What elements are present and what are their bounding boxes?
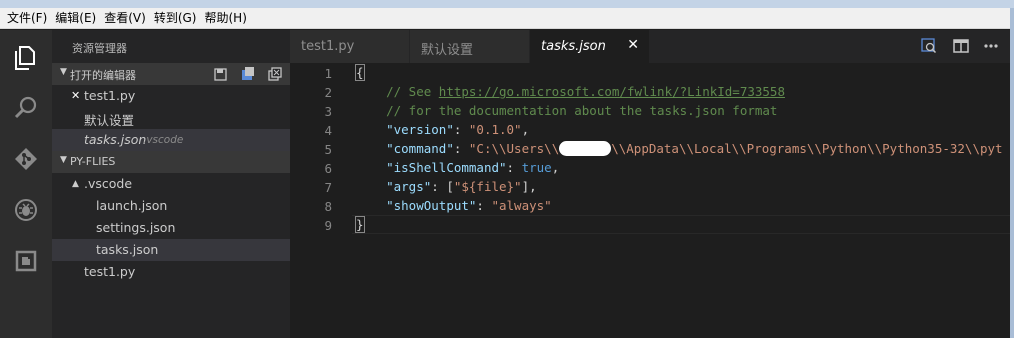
matching-brace: {	[355, 64, 365, 81]
code-line: 2 // See https://go.microsoft.com/fwlink…	[290, 83, 1010, 102]
menu-view[interactable]: 查看(V)	[101, 8, 151, 29]
open-editors-label: 打开的编辑器	[70, 69, 136, 82]
expand-arrow-icon: ▲	[72, 179, 79, 189]
line-number: 1	[324, 66, 332, 81]
open-editor-label: tasks.json	[84, 132, 147, 147]
line-number: 6	[324, 161, 332, 176]
close-tab-icon[interactable]: ✕	[627, 37, 639, 53]
line-number: 3	[324, 104, 332, 119]
file-name: launch.json	[96, 198, 168, 213]
menu-help[interactable]: 帮助(H)	[201, 8, 251, 29]
json-value: true	[521, 160, 552, 175]
line-number: 2	[324, 85, 332, 100]
file-launch-json[interactable]: launch.json	[52, 195, 290, 217]
matching-brace: }	[355, 216, 365, 233]
code-line: 8 "showOutput": "always"	[290, 197, 1010, 216]
tab-label: 默认设置	[421, 43, 474, 58]
editor-tab-bar: test1.py 默认设置 tasks.json ✕	[290, 30, 1010, 63]
tab-tasks-json[interactable]: tasks.json ✕	[530, 30, 650, 63]
line-number: 9	[324, 218, 332, 233]
folder-header[interactable]: ▼ PY-FLIES	[52, 151, 290, 173]
open-editor-item-default-settings[interactable]: 默认设置	[52, 107, 290, 129]
open-preview-icon[interactable]	[921, 38, 937, 54]
json-value: "C:\\Users\\	[468, 141, 560, 156]
line-number: 8	[324, 199, 332, 214]
sidebar-title: 资源管理器	[72, 42, 127, 55]
json-key: "command"	[386, 141, 454, 156]
code-line: 7 "args": ["${file}"],	[290, 178, 1010, 197]
file-tasks-json[interactable]: tasks.json	[52, 239, 290, 261]
close-all-icon[interactable]	[268, 67, 282, 81]
json-key: "showOutput"	[386, 198, 477, 213]
code-line: 4 "version": "0.1.0",	[290, 121, 1010, 140]
code-comment: // See	[386, 84, 439, 99]
save-all-icon[interactable]	[214, 67, 228, 81]
collapse-arrow-icon: ▼	[60, 155, 67, 165]
code-editor[interactable]: 1 { 2 // See https://go.microsoft.com/fw…	[290, 63, 1010, 338]
tab-test1-py[interactable]: test1.py	[290, 30, 410, 63]
tab-label: test1.py	[301, 39, 355, 54]
file-test1-py[interactable]: test1.py	[52, 261, 290, 283]
json-key: "args"	[386, 179, 432, 194]
split-editor-icon[interactable]	[953, 38, 969, 54]
line-number: 5	[324, 142, 332, 157]
open-editor-item-test1[interactable]: ✕ test1.py	[52, 85, 290, 107]
json-value: \\AppData\\Local\\Programs\\Python\\Pyth…	[611, 141, 1003, 156]
debug-icon[interactable]	[12, 196, 40, 224]
line-number: 7	[324, 180, 332, 195]
code-comment: // for the documentation about the tasks…	[386, 103, 778, 118]
open-editor-item-tasks[interactable]: tasks.json .vscode	[52, 129, 290, 151]
folder-vscode[interactable]: ▲ .vscode	[52, 173, 290, 195]
json-value: "${file}"	[453, 179, 522, 194]
explorer-sidebar: 资源管理器 ▼ 打开的编辑器 ✕ test1.py 默认设置 tasks.jso…	[52, 30, 290, 338]
close-icon[interactable]: ✕	[71, 89, 80, 102]
json-value: "always"	[491, 198, 552, 213]
collapse-arrow-icon: ▼	[60, 67, 67, 77]
open-editor-label: test1.py	[84, 88, 136, 103]
file-name: settings.json	[96, 220, 176, 235]
code-line: 6 "isShellCommand": true,	[290, 159, 1010, 178]
json-key: "isShellCommand"	[386, 160, 507, 175]
json-key: "version"	[386, 122, 454, 137]
menu-goto[interactable]: 转到(G)	[151, 8, 202, 29]
git-icon[interactable]	[12, 145, 40, 173]
activity-bar	[0, 30, 52, 338]
json-value: "0.1.0"	[468, 122, 522, 137]
extensions-icon[interactable]	[12, 247, 40, 275]
code-line: 1 {	[290, 64, 1010, 83]
code-line: 5 "command": "C:\\Users\\ \\AppData\\Loca…	[290, 140, 1010, 159]
tab-label: tasks.json	[541, 39, 606, 54]
menu-edit[interactable]: 编辑(E)	[52, 8, 101, 29]
line-number: 4	[324, 123, 332, 138]
open-editor-path-hint: .vscode	[143, 134, 184, 146]
window-frame-edge	[1010, 8, 1014, 338]
open-editor-label: 默认设置	[84, 113, 135, 128]
tab-default-settings[interactable]: 默认设置	[410, 30, 530, 63]
save-icon[interactable]	[241, 67, 255, 81]
menu-file[interactable]: 文件(F)	[4, 8, 52, 29]
doc-link[interactable]: https://go.microsoft.com/fwlink/?LinkId=…	[439, 84, 785, 99]
more-actions-icon[interactable]	[983, 38, 999, 54]
redaction-mark	[559, 140, 612, 156]
file-settings-json[interactable]: settings.json	[52, 217, 290, 239]
file-name: tasks.json	[96, 242, 159, 257]
code-line: 3 // for the documentation about the tas…	[290, 102, 1010, 121]
menu-bar: 文件(F) 编辑(E) 查看(V) 转到(G) 帮助(H)	[0, 8, 1010, 29]
open-editors-header[interactable]: ▼ 打开的编辑器	[52, 63, 290, 85]
folder-name: .vscode	[84, 176, 133, 191]
search-icon[interactable]	[12, 94, 40, 122]
code-line: 9 }	[290, 216, 1010, 235]
explorer-icon[interactable]	[12, 44, 40, 72]
folder-label: PY-FLIES	[70, 155, 116, 168]
file-name: test1.py	[84, 264, 136, 279]
